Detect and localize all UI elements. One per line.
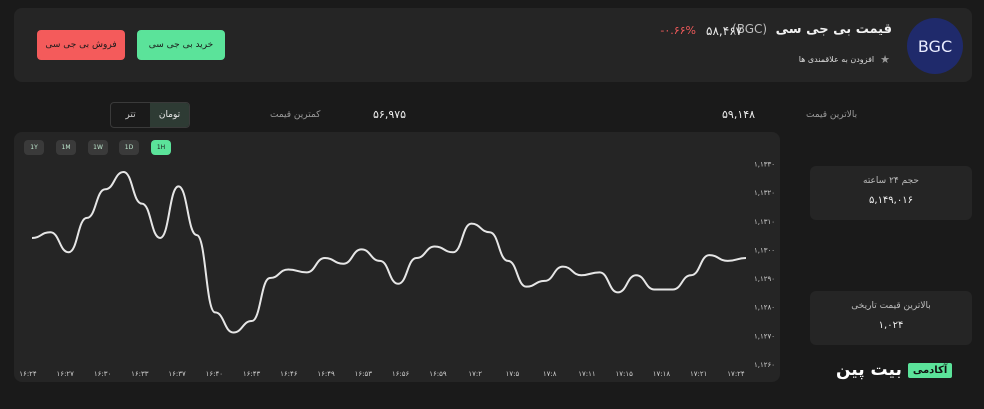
x-tick-label: ۱۶:۴۶ [280, 370, 298, 378]
price-line [31, 171, 747, 334]
currency-option-toman[interactable]: تومان [150, 103, 189, 127]
y-tick-label: ۱,۱۳۳۰ [754, 160, 775, 168]
y-tick-label: ۱,۱۲۷۰ [754, 332, 775, 340]
ath-card: بالاترین قیمت تاریخی ۱,۰۲۴ [810, 291, 972, 345]
x-tick-label: ۱۷:۸ [543, 370, 557, 378]
currency-option-tether[interactable]: تتر [111, 103, 150, 127]
volume-card: حجم ۲۴ ساعته ۵,۱۴۹,۰۱۶ [810, 166, 972, 220]
x-tick-label: ۱۶:۳۳ [131, 370, 149, 378]
x-tick-label: ۱۷:۱۱ [578, 370, 595, 378]
price-chart: 1Y 1M 1W 1D 1H ۱,۱۳۳۰ ۱,۱۳۲۰ ۱,۱۳۱۰ ۱,۱۳۰۰ ۱… [14, 132, 780, 382]
y-tick-label: ۱,۱۳۱۰ [754, 218, 775, 226]
x-tick-label: ۱۷:۲۴ [727, 370, 745, 378]
low-price-label: کمترین قیمت [270, 110, 321, 120]
x-tick-label: ۱۷:۲۱ [690, 370, 707, 378]
x-tick-label: ۱۶:۳۰ [94, 370, 111, 378]
x-tick-label: ۱۶:۲۷ [57, 370, 75, 378]
current-price: ۵۸,۴۶۷ [706, 24, 743, 38]
coin-header: BGC قیمت بی جی سی (BGC) ★ افزودن به علاق… [14, 8, 972, 82]
x-tick-label: ۱۷:۵ [506, 370, 520, 378]
x-tick-label: ۱۶:۴۳ [243, 370, 261, 378]
x-tick-label: ۱۶:۴۹ [317, 370, 335, 378]
high-price-label: بالاترین قیمت [806, 110, 858, 120]
star-icon[interactable]: ★ [880, 53, 890, 66]
y-tick-label: ۱,۱۲۸۰ [754, 304, 775, 312]
coin-logo: BGC [907, 18, 963, 74]
y-tick-label: ۱,۱۳۰۰ [754, 246, 775, 254]
sell-button[interactable]: فروش بی جی سی [37, 30, 125, 60]
x-tick-label: ۱۶:۲۴ [19, 370, 37, 378]
add-favorite[interactable]: ★ افزودن به علاقمندی ها [799, 53, 890, 66]
y-tick-label: ۱,۱۲۶۰ [754, 361, 775, 369]
volume-value: ۵,۱۴۹,۰۱۶ [869, 195, 913, 206]
ath-value: ۱,۰۲۴ [878, 320, 904, 331]
x-tick-label: ۱۷:۲ [468, 370, 482, 378]
y-tick-label: ۱,۱۳۲۰ [754, 189, 775, 197]
low-price-value: ۵۶,۹۷۵ [373, 108, 407, 121]
y-tick-label: ۱,۱۲۹۰ [754, 275, 775, 283]
buy-button[interactable]: خرید بی جی سی [137, 30, 225, 60]
x-tick-label: ۱۶:۵۶ [392, 370, 410, 378]
chart-canvas: ۱,۱۳۳۰ ۱,۱۳۲۰ ۱,۱۳۱۰ ۱,۱۳۰۰ ۱,۱۲۹۰ ۱,۱۲۸۰ ۱,۱۲… [19, 160, 775, 378]
brand-tag: آکادمی [907, 362, 953, 378]
brand-logo[interactable]: بیت پین آکادمی [836, 360, 953, 380]
price-change: -۰.۶۶% [660, 24, 696, 37]
currency-toggle[interactable]: تتر تومان [110, 102, 190, 128]
x-tick-label: ۱۶:۳۷ [168, 370, 186, 378]
x-tick-label: ۱۶:۵۹ [429, 370, 447, 378]
x-tick-label: ۱۶:۴۰ [206, 370, 223, 378]
x-tick-label: ۱۷:۱۸ [653, 370, 671, 378]
coin-title: قیمت بی جی سی (BGC) [732, 22, 892, 37]
x-tick-label: ۱۷:۱۵ [616, 370, 634, 378]
volume-label: حجم ۲۴ ساعته [863, 176, 919, 186]
coin-name: قیمت بی جی سی [775, 22, 892, 37]
brand-name: بیت پین [836, 360, 902, 380]
ath-label: بالاترین قیمت تاریخی [851, 301, 931, 311]
coin-logo-text: BGC [917, 36, 953, 56]
favorite-label[interactable]: افزودن به علاقمندی ها [799, 55, 874, 64]
high-price-value: ۵۹,۱۴۸ [722, 108, 756, 121]
x-tick-label: ۱۶:۵۳ [355, 370, 373, 378]
